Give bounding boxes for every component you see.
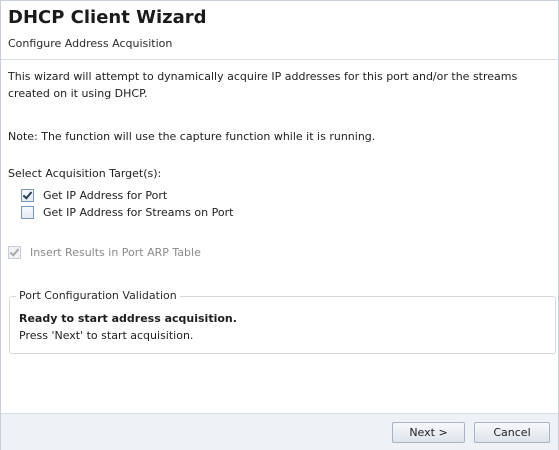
arp-table-checkbox-row: Insert Results in Port ARP Table: [8, 245, 201, 260]
cancel-button[interactable]: Cancel: [474, 422, 550, 443]
capture-note: Note: The function will use the capture …: [8, 130, 376, 143]
streams-ip-checkbox-label[interactable]: Get IP Address for Streams on Port: [43, 206, 233, 219]
port-configuration-validation-group: Port Configuration Validation Ready to s…: [9, 289, 556, 354]
streams-ip-checkbox[interactable]: [21, 206, 34, 219]
wizard-description: This wizard will attempt to dynamically …: [8, 70, 518, 100]
acquisition-target-label: Select Acquisition Target(s):: [8, 167, 162, 180]
next-button[interactable]: Next >: [392, 422, 465, 443]
port-ip-checkbox-label[interactable]: Get IP Address for Port: [43, 189, 167, 202]
streams-ip-checkbox-row[interactable]: Get IP Address for Streams on Port: [21, 205, 233, 220]
wizard-content: This wizard will attempt to dynamically …: [1, 60, 558, 412]
validation-group-legend: Port Configuration Validation: [16, 289, 180, 302]
dhcp-client-wizard-window: DHCP Client Wizard Configure Address Acq…: [0, 0, 559, 450]
arp-table-checkbox: [8, 246, 21, 259]
port-ip-checkbox[interactable]: [21, 189, 34, 202]
validation-message: Press 'Next' to start acquisition.: [19, 329, 194, 342]
port-ip-checkbox-row[interactable]: Get IP Address for Port: [21, 188, 167, 203]
wizard-header: DHCP Client Wizard Configure Address Acq…: [1, 1, 558, 60]
wizard-footer: Next > Cancel: [1, 413, 558, 450]
wizard-title: DHCP Client Wizard: [8, 7, 207, 28]
validation-status: Ready to start address acquisition.: [19, 312, 237, 325]
wizard-subtitle: Configure Address Acquisition: [8, 37, 173, 50]
arp-table-checkbox-label: Insert Results in Port ARP Table: [30, 246, 201, 259]
